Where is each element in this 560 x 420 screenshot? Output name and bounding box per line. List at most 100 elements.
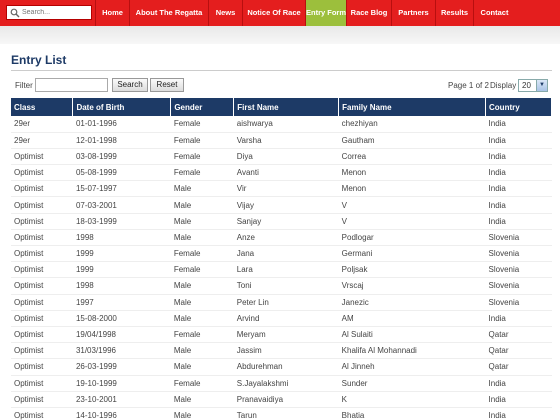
nav-item-partners[interactable]: Partners — [391, 0, 435, 26]
search-button[interactable]: Search — [112, 78, 148, 92]
table-cell: 07-03-2001 — [72, 196, 171, 214]
table-cell: Qatar — [485, 342, 552, 360]
table-cell: Lara — [233, 261, 339, 279]
table-cell: Female — [170, 148, 234, 166]
table-cell: Germani — [338, 245, 486, 263]
table-row: Optimist 1998 Male Anze Podlogar Slovenia — [11, 229, 552, 247]
table-cell: India — [485, 310, 552, 327]
table-cell: Female — [170, 326, 234, 344]
table-cell: India — [485, 196, 552, 214]
table-cell: Female — [170, 261, 234, 279]
table-row: Optimist 14-10-1996 Male Tarun Bhatia India — [11, 407, 552, 420]
page-title: Entry List — [11, 53, 67, 67]
column-header-gender[interactable]: Gender — [170, 98, 235, 116]
filter-input[interactable] — [35, 78, 108, 92]
entry-table: Class Date of Birth Gender First Name Family… — [11, 98, 552, 420]
table-cell: 19-10-1999 — [72, 375, 171, 392]
table-cell: Jana — [233, 245, 339, 263]
table-row: Optimist 1997 Male Peter Lin Janezic Slovenia — [11, 294, 552, 311]
table-cell: Male — [170, 180, 234, 198]
table-cell: 15-07-1997 — [72, 180, 171, 198]
table-cell: India — [485, 407, 552, 420]
column-header-class[interactable]: Class — [11, 98, 74, 116]
nav-item-results[interactable]: Results — [435, 0, 473, 26]
table-cell: India — [485, 164, 552, 182]
table-row: 29er 01-01-1996 Female aishwarya chezhiyan In… — [11, 116, 552, 133]
table-cell: Optimist — [11, 326, 73, 344]
table-cell: 1999 — [72, 261, 171, 279]
table-row: Optimist 19/04/1998 Female Meryam Al Sulaiti… — [11, 326, 552, 344]
table-cell: 03-08-1999 — [72, 148, 171, 166]
table-cell: 29er — [11, 116, 73, 133]
nav-item-entry-form[interactable]: Entry Form — [305, 0, 346, 26]
chevron-down-icon: ▼ — [536, 80, 547, 91]
table-cell: Optimist — [11, 375, 73, 392]
table-cell: 26-03-1999 — [72, 358, 171, 376]
table-cell: Menon — [338, 180, 486, 198]
table-cell: India — [485, 180, 552, 198]
table-cell: chezhiyan — [338, 116, 486, 133]
nav-item-home[interactable]: Home — [95, 0, 129, 26]
table-cell: Male — [170, 342, 234, 360]
nav-item-contact[interactable]: Contact — [473, 0, 515, 26]
nav-item-about-the-regatta[interactable]: About The Regatta — [129, 0, 208, 26]
table-row: Optimist 1999 Female Lara Poljsak Slovenia — [11, 261, 552, 279]
table-cell: 05-08-1999 — [72, 164, 171, 182]
table-header-row: Class Date of Birth Gender First Name Family… — [11, 98, 552, 116]
table-row: Optimist 18-03-1999 Male Sanjay V India — [11, 213, 552, 230]
table-row: Optimist 1999 Female Jana Germani Slovenia — [11, 245, 552, 263]
table-cell: Slovenia — [485, 277, 552, 295]
table-cell: Male — [170, 277, 234, 295]
table-cell: 18-03-1999 — [72, 213, 171, 230]
table-row: Optimist 03-08-1999 Female Diya Correa India — [11, 148, 552, 166]
column-header-family-name[interactable]: Family Name — [338, 98, 487, 116]
nav-item-news[interactable]: News — [208, 0, 242, 26]
table-cell: S.Jayalakshmi — [233, 375, 339, 392]
table-cell: Optimist — [11, 180, 73, 198]
table-cell: Male — [170, 407, 234, 420]
search-icon — [10, 8, 20, 18]
page-info: Page 1 of 2 — [448, 81, 489, 90]
table-cell: Toni — [233, 277, 339, 295]
display-count-select[interactable]: 20 ▼ — [518, 79, 548, 92]
table-cell: AM — [338, 310, 486, 327]
search-box[interactable] — [6, 5, 92, 20]
display-count-value: 20 — [522, 81, 531, 90]
table-cell: aishwarya — [233, 116, 339, 133]
nav-item-race-blog[interactable]: Race Blog — [346, 0, 391, 26]
column-header-date-of-birth[interactable]: Date of Birth — [72, 98, 172, 116]
table-cell: Qatar — [485, 358, 552, 376]
display-label: Display — [490, 81, 517, 90]
table-cell: Poljsak — [338, 261, 486, 279]
table-cell: Vijay — [233, 196, 339, 214]
table-row: Optimist 1998 Male Toni Vrscaj Slovenia — [11, 277, 552, 295]
table-cell: Arvind — [233, 310, 339, 327]
table-cell: Menon — [338, 164, 486, 182]
table-row: 29er 12-01-1998 Female Varsha Gautham India — [11, 132, 552, 149]
table-cell: 1997 — [72, 294, 171, 311]
table-cell: Abdurehman — [233, 358, 339, 376]
table-cell: Sunder — [338, 375, 486, 392]
table-cell: Optimist — [11, 342, 73, 360]
table-cell: Optimist — [11, 213, 73, 230]
search-input[interactable] — [22, 7, 90, 18]
reset-button[interactable]: Reset — [150, 78, 184, 92]
nav-item-notice-of-race[interactable]: Notice Of Race — [242, 0, 305, 26]
table-cell: Slovenia — [485, 294, 552, 311]
table-row: Optimist 31/03/1996 Male Jassim Khalifa Al M… — [11, 342, 552, 360]
table-cell: 19/04/1998 — [72, 326, 171, 344]
table-cell: Optimist — [11, 294, 73, 311]
table-cell: Varsha — [233, 132, 339, 149]
column-header-first-name[interactable]: First Name — [233, 98, 340, 116]
table-cell: Bhatia — [338, 407, 486, 420]
table-cell: Qatar — [485, 326, 552, 344]
table-cell: Optimist — [11, 229, 73, 247]
table-cell: Optimist — [11, 148, 73, 166]
header-shadow — [0, 26, 560, 44]
table-cell: Anze — [233, 229, 339, 247]
table-row: Optimist 07-03-2001 Male Vijay V India — [11, 196, 552, 214]
column-header-country[interactable]: Country — [485, 98, 552, 116]
table-cell: Optimist — [11, 358, 73, 376]
table-cell: Al Sulaiti — [338, 326, 486, 344]
table-row: Optimist 15-08-2000 Male Arvind AM India — [11, 310, 552, 327]
